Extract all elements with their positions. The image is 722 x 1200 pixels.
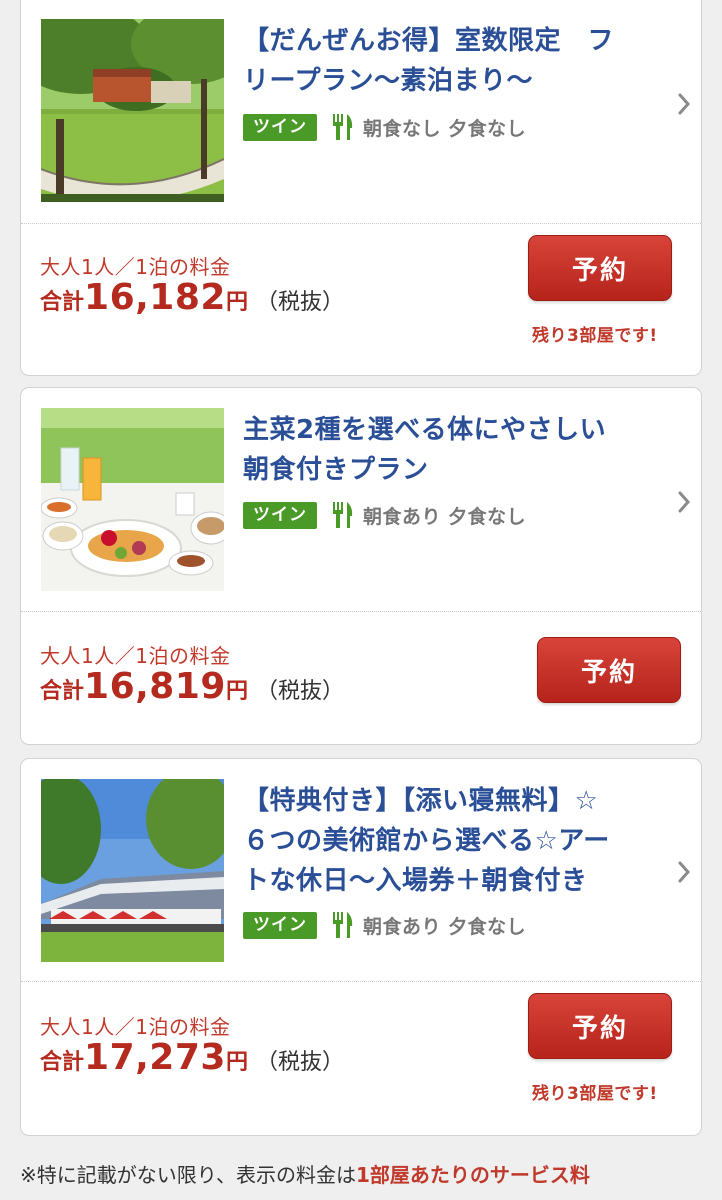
chevron-right-icon[interactable] bbox=[675, 489, 693, 515]
plan-title-line: 主菜2種を選べる体にやさしい bbox=[243, 415, 607, 445]
fork-knife-icon bbox=[333, 502, 353, 528]
price-total: 合計17,273円 （税抜） bbox=[40, 1037, 344, 1078]
photo-museum-terrace bbox=[41, 779, 224, 962]
plan-title[interactable]: 【だんぜんお得】室数限定 フ リープラン〜素泊まり〜 bbox=[243, 21, 653, 101]
price-label: 大人1人／1泊の料金 bbox=[40, 255, 231, 279]
plan-tags: ツイン 朝食あり 夕食なし bbox=[243, 911, 526, 939]
plan-title[interactable]: 主菜2種を選べる体にやさしい 朝食付きプラン bbox=[243, 410, 653, 490]
plan-title[interactable]: 【特典付き】【添い寝無料】☆ ６つの美術館から選べる☆アー トな休日〜入場券＋朝… bbox=[243, 781, 653, 901]
reserve-button[interactable]: 予約 bbox=[528, 235, 672, 301]
footnote-highlight: 1部屋あたりのサービス料 bbox=[355, 1163, 590, 1187]
fork-knife-icon bbox=[333, 114, 353, 140]
price-amount: 16,819 bbox=[84, 666, 226, 707]
plan-title-line: 【特典付き】【添い寝無料】☆ bbox=[243, 786, 599, 816]
plan-photo-lawn-hammock[interactable] bbox=[41, 19, 224, 202]
plan-title-line: 朝食付きプラン bbox=[243, 455, 429, 485]
chevron-right-icon[interactable] bbox=[675, 91, 693, 117]
photo-lawn-hammock bbox=[41, 19, 224, 202]
plan-tags: ツイン 朝食あり 夕食なし bbox=[243, 501, 526, 529]
price-tax-note: （税抜） bbox=[255, 290, 344, 315]
room-type-badge: ツイン bbox=[243, 501, 317, 529]
meal-info: 朝食あり 夕食なし bbox=[363, 505, 527, 528]
photo-breakfast-table bbox=[41, 408, 224, 591]
room-type-badge: ツイン bbox=[243, 911, 317, 939]
chevron-right-icon[interactable] bbox=[675, 859, 693, 885]
rooms-remaining: 残り3部屋です! bbox=[532, 326, 658, 346]
price-total: 合計16,819円 （税抜） bbox=[40, 666, 344, 707]
price-prefix: 合計 bbox=[40, 1050, 85, 1075]
price-unit: 円 bbox=[225, 679, 248, 704]
price-tax-note: （税抜） bbox=[255, 679, 344, 704]
plan-card[interactable]: 【だんぜんお得】室数限定 フ リープラン〜素泊まり〜 ツイン 朝食なし 夕食なし… bbox=[20, 0, 702, 376]
price-label: 大人1人／1泊の料金 bbox=[40, 644, 231, 668]
reserve-button[interactable]: 予約 bbox=[537, 637, 681, 703]
card-divider bbox=[21, 981, 701, 982]
price-amount: 16,182 bbox=[84, 277, 226, 318]
meal-info: 朝食あり 夕食なし bbox=[363, 915, 527, 938]
price-footnote: ※特に記載がない限り、表示の料金は1部屋あたりのサービス料 bbox=[20, 1158, 702, 1192]
meal-info: 朝食なし 夕食なし bbox=[363, 117, 527, 140]
reserve-button[interactable]: 予約 bbox=[528, 993, 672, 1059]
price-unit: 円 bbox=[225, 290, 248, 315]
plan-title-line: リープラン〜素泊まり〜 bbox=[243, 66, 533, 96]
fork-knife-icon bbox=[333, 912, 353, 938]
plan-title-line: ６つの美術館から選べる☆アー bbox=[243, 826, 610, 856]
price-prefix: 合計 bbox=[40, 290, 85, 315]
price-unit: 円 bbox=[225, 1050, 248, 1075]
plan-card[interactable]: 主菜2種を選べる体にやさしい 朝食付きプラン ツイン 朝食あり 夕食なし 大人1… bbox=[20, 387, 702, 745]
card-divider bbox=[21, 611, 701, 612]
plan-photo-breakfast[interactable] bbox=[41, 408, 224, 591]
price-amount: 17,273 bbox=[84, 1037, 226, 1078]
plan-card[interactable]: 【特典付き】【添い寝無料】☆ ６つの美術館から選べる☆アー トな休日〜入場券＋朝… bbox=[20, 758, 702, 1136]
plan-title-line: トな休日〜入場券＋朝食付き bbox=[243, 866, 588, 896]
footnote-text: ※特に記載がない限り、表示の料金は bbox=[20, 1163, 356, 1187]
price-tax-note: （税抜） bbox=[255, 1050, 344, 1075]
room-type-badge: ツイン bbox=[243, 113, 317, 141]
plan-tags: ツイン 朝食なし 夕食なし bbox=[243, 113, 526, 141]
plan-photo-museum[interactable] bbox=[41, 779, 224, 962]
price-label: 大人1人／1泊の料金 bbox=[40, 1015, 231, 1039]
card-divider bbox=[21, 223, 701, 224]
price-total: 合計16,182円 （税抜） bbox=[40, 277, 344, 318]
plan-title-line: 【だんぜんお得】室数限定 フ bbox=[243, 26, 615, 56]
price-prefix: 合計 bbox=[40, 679, 85, 704]
rooms-remaining: 残り3部屋です! bbox=[532, 1084, 658, 1104]
